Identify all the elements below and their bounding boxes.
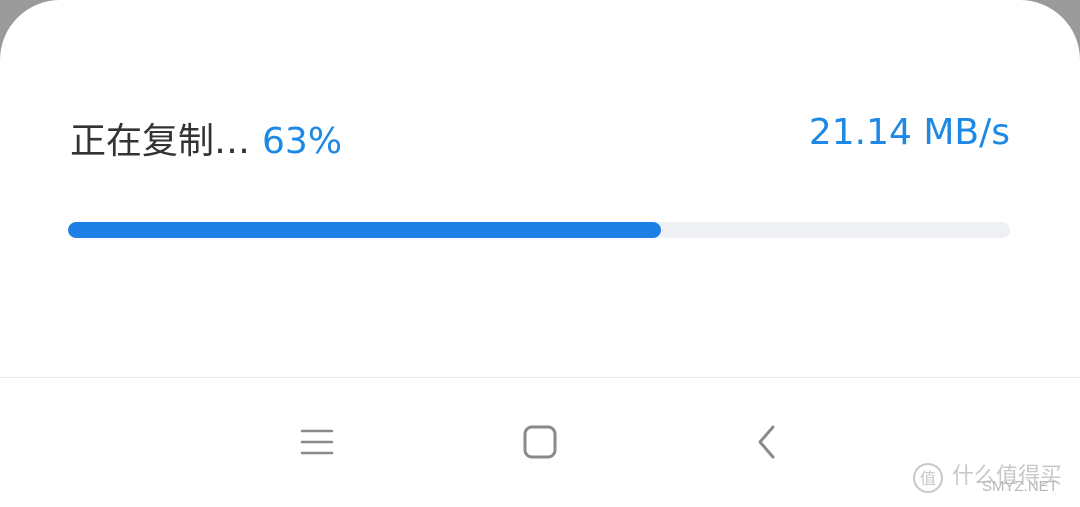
watermark-text-en: SMYZ.NET: [982, 478, 1058, 495]
recent-apps-button[interactable]: [293, 418, 341, 466]
transfer-speed: 21.14 MB/s: [808, 112, 1010, 153]
copy-progress-dialog: 正在复制… 63% 21.14 MB/s: [0, 0, 1080, 378]
copy-percent: 63%: [262, 121, 343, 162]
progress-bar-fill: [68, 222, 662, 238]
back-button[interactable]: [743, 418, 791, 466]
back-icon: [758, 425, 775, 459]
menu-icon: [300, 429, 334, 455]
copy-status-text: 正在复制… 63%: [70, 112, 342, 164]
copy-status-label: 正在复制…: [70, 121, 251, 162]
home-icon: [523, 425, 557, 459]
svg-text:值: 值: [920, 469, 936, 488]
progress-bar: [68, 222, 1010, 238]
watermark: 值 什么值得买 SMYZ.NET: [912, 458, 1072, 502]
home-button[interactable]: [516, 418, 564, 466]
watermark-logo-icon: 值: [913, 463, 943, 493]
copy-status-row: 正在复制… 63% 21.14 MB/s: [70, 112, 1010, 162]
